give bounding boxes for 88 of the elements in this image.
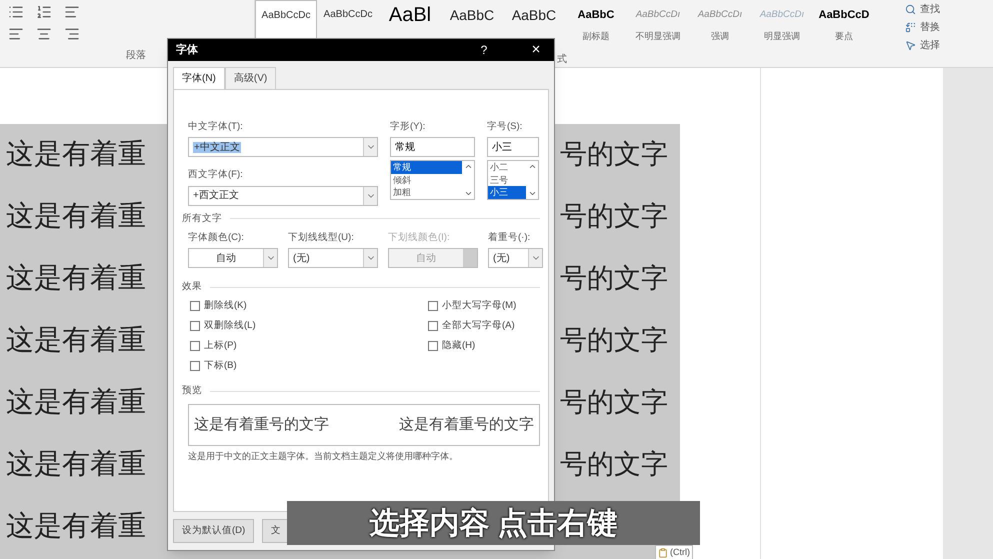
preview-text: 这是有着重号的文字 (194, 414, 329, 436)
checkbox-label: 隐藏(H) (442, 339, 476, 354)
group-label: 式 (557, 52, 568, 67)
ribbon-button[interactable]: 替换 (905, 20, 940, 35)
align-right-icon[interactable] (64, 26, 80, 42)
preview-text: 这是有着重号的文字 (399, 414, 534, 436)
checkbox[interactable] (190, 361, 200, 372)
align-center-icon[interactable] (36, 26, 52, 42)
document-text: 号的文字 (560, 386, 668, 418)
checkbox-label: 删除线(K) (204, 299, 247, 314)
dropdown[interactable]: 自动 (188, 248, 278, 268)
field-label: 字形(Y): (390, 120, 426, 134)
document-text: 号的文字 (560, 138, 668, 170)
checkbox[interactable] (190, 321, 200, 332)
section-heading: 所有文字 (182, 212, 222, 226)
checkbox[interactable] (190, 341, 200, 352)
document-text: 这是有着重 (6, 448, 146, 478)
tab[interactable]: 高级(V) (224, 67, 276, 90)
checkbox[interactable] (190, 301, 200, 312)
document-text: 这是有着重 (6, 510, 146, 540)
list-option[interactable]: 三号 (488, 174, 526, 186)
checkbox-label: 全部大写字母(A) (442, 319, 515, 334)
field-label: 西文字体(F): (188, 168, 244, 182)
align-left-icon[interactable] (8, 26, 24, 42)
clipboard-icon (658, 548, 668, 558)
ribbon-button[interactable]: 选择 (905, 38, 940, 53)
align-left-icon[interactable] (64, 4, 80, 20)
list-option[interactable]: 加粗 (391, 186, 462, 199)
dialog-title: 字体 (176, 42, 199, 58)
checkbox[interactable] (428, 301, 438, 312)
select-icon (905, 40, 916, 51)
style-item[interactable]: AaBbC 副标题 (565, 0, 627, 50)
section-heading: 效果 (182, 280, 202, 294)
checkbox-label: 下标(B) (204, 359, 237, 374)
style-item[interactable]: AaBbCcDı 明显强调 (751, 0, 813, 50)
field-value: +西文正文 (192, 188, 240, 203)
paste-options-button[interactable]: (Ctrl) (655, 545, 693, 559)
font-select[interactable]: +西文正文 (188, 186, 378, 206)
text-field[interactable]: 常规 (390, 137, 475, 158)
checkbox-label: 小型大写字母(M) (442, 299, 516, 314)
style-item[interactable]: AaBbCcD 要点 (813, 0, 875, 50)
document-text: 号的文字 (560, 448, 668, 480)
list-option[interactable]: 倾斜 (391, 174, 462, 186)
document-text: 这是有着重 (6, 324, 146, 354)
checkbox-label: 双删除线(L) (204, 319, 256, 334)
field-value: 自动 (215, 252, 237, 266)
list-option[interactable]: 常规 (391, 161, 462, 174)
bullet-list-icon[interactable] (8, 4, 24, 20)
preview-note: 这是用于中文的正文主题字体。当前文档主题定义将使用哪种字体。 (188, 450, 459, 462)
dialog-button[interactable]: 设为默认值(D) (173, 519, 254, 543)
dropdown[interactable]: (无) (288, 248, 378, 268)
document-text: 号的文字 (560, 324, 668, 356)
field-label: 下划线线型(U): (288, 230, 355, 245)
field-value: (无) (492, 252, 511, 266)
field-label: 字号(S): (487, 120, 524, 134)
dropdown[interactable]: (无) (488, 248, 543, 268)
field-label: 着重号(·): (488, 230, 532, 245)
checkbox[interactable] (428, 321, 438, 332)
field-label: 字体颜色(C): (188, 230, 245, 245)
checkbox[interactable] (428, 341, 438, 352)
field-value: (无) (292, 252, 311, 266)
ribbon-button[interactable]: 查找 (905, 2, 940, 17)
close-button[interactable]: × (526, 38, 546, 62)
search-icon (905, 4, 916, 15)
section-heading: 预览 (182, 384, 202, 398)
document-text: 号的文字 (560, 262, 668, 294)
field-value: 自动 (415, 252, 437, 266)
document-text: 号的文字 (560, 200, 668, 232)
list-option[interactable]: 小二 (488, 161, 526, 174)
field-value: +中文正文 (192, 140, 242, 155)
checkbox-label: 上标(P) (204, 339, 237, 354)
font-select[interactable]: +中文正文 (188, 137, 378, 158)
field-label: 下划线颜色(I): (388, 230, 451, 245)
list-option[interactable]: 小三 (488, 186, 526, 199)
tab[interactable]: 字体(N) (173, 67, 225, 90)
text-field[interactable]: 小三 (487, 137, 539, 158)
style-item[interactable]: AaBbCcDı 不明显强调 (627, 0, 689, 50)
replace-icon (905, 22, 916, 33)
document-text: 这是有着重 (6, 138, 146, 168)
numbered-list-icon[interactable] (36, 4, 52, 20)
field-label: 中文字体(T): (188, 120, 244, 134)
document-text: 这是有着重 (6, 200, 146, 230)
style-item[interactable]: AaBbCcDı 强调 (689, 0, 751, 50)
video-caption: 选择内容 点击右键 (287, 501, 700, 545)
document-text: 这是有着重 (6, 386, 146, 416)
help-button[interactable]: ? (474, 41, 494, 59)
document-text: 这是有着重 (6, 262, 146, 292)
group-label: 段落 (126, 48, 146, 63)
